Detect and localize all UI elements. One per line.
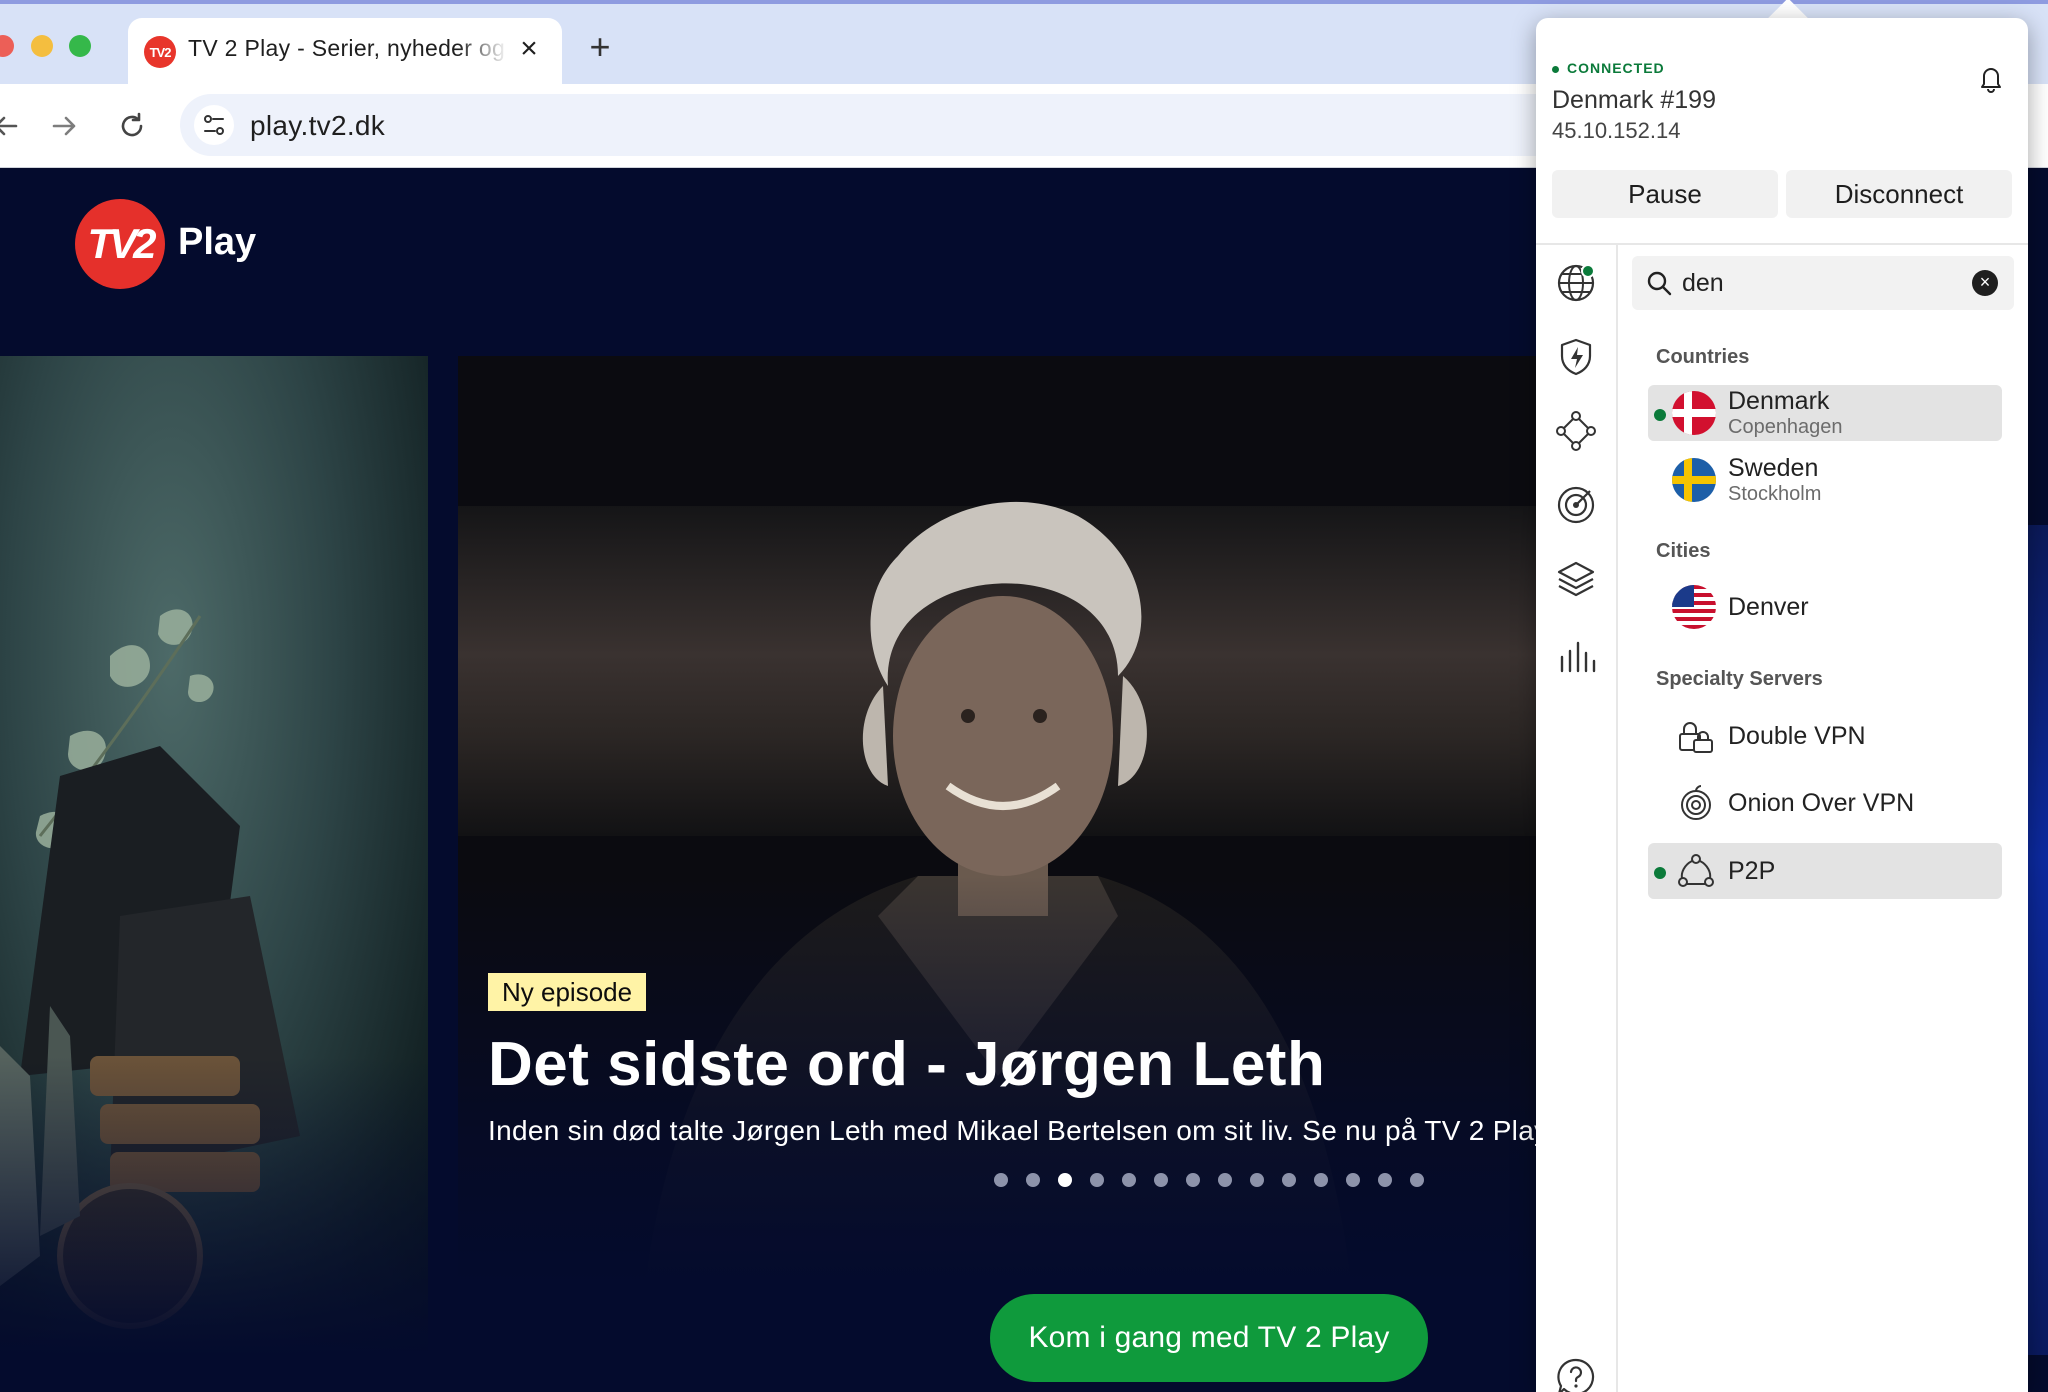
tab-close-icon[interactable]: × (512, 32, 546, 68)
card-fade (0, 1056, 428, 1356)
vpn-side-rail (1536, 245, 1618, 1392)
tv2-favicon-icon: TV2 (144, 36, 176, 68)
next-card-edge[interactable] (2026, 525, 2048, 1355)
notification-bell-icon[interactable] (1976, 62, 2006, 94)
carousel-dot[interactable] (1378, 1173, 1392, 1187)
p2p-icon (1678, 854, 1714, 887)
hero-image[interactable] (458, 356, 1558, 1356)
connection-status: CONNECTED (1552, 60, 1665, 76)
search-input[interactable] (1682, 266, 1962, 300)
carousel-dot[interactable] (1218, 1173, 1232, 1187)
meshnet-icon[interactable] (1554, 409, 1598, 453)
hero-title[interactable]: Det sidste ord - Jørgen Leth (488, 1029, 1325, 1100)
connected-server: Denmark #199 (1552, 86, 1716, 114)
window-maximize-button[interactable] (69, 35, 91, 57)
carousel-dot[interactable] (1314, 1173, 1328, 1187)
carousel-dot[interactable] (1058, 1173, 1072, 1187)
double-vpn-icon (1679, 722, 1713, 753)
carousel-dot[interactable] (1186, 1173, 1200, 1187)
hero-subtitle: Inden sin død talte Jørgen Leth med Mika… (488, 1115, 1555, 1146)
server-name: Double VPN (1728, 722, 1866, 750)
disconnect-button[interactable]: Disconnect (1786, 170, 2012, 218)
layers-icon[interactable] (1554, 557, 1598, 601)
browser-tab-active[interactable]: TV2 TV 2 Play - Serier, nyheder og × (128, 18, 562, 84)
reload-icon[interactable] (112, 106, 152, 146)
server-city: Copenhagen (1728, 416, 1843, 438)
window-close-button[interactable] (0, 35, 14, 57)
search-icon (1647, 271, 1672, 296)
screen: TV2 TV 2 Play - Serier, nyheder og × + p… (0, 0, 2048, 1392)
carousel-dot[interactable] (1090, 1173, 1104, 1187)
usa-flag-icon (1672, 585, 1716, 629)
dark-web-monitor-icon[interactable] (1554, 483, 1598, 527)
clear-search-icon[interactable]: × (1972, 270, 1998, 296)
server-row-onion[interactable]: Onion Over VPN (1648, 775, 2002, 831)
carousel-dot[interactable] (1346, 1173, 1360, 1187)
carousel-previous-card[interactable] (0, 356, 428, 1356)
server-name: Denmark (1728, 387, 1830, 415)
server-name: P2P (1728, 857, 1776, 885)
brand-name: Play (178, 221, 257, 263)
carousel-dots (994, 1173, 1424, 1189)
threat-protection-icon[interactable] (1554, 335, 1598, 379)
server-row-denmark[interactable]: Denmark Copenhagen (1648, 385, 2002, 441)
site-settings-icon[interactable] (194, 105, 234, 145)
new-tab-button[interactable]: + (580, 28, 620, 68)
carousel-dot[interactable] (1282, 1173, 1296, 1187)
ip-address: 45.10.152.14 (1552, 118, 1681, 143)
server-row-double-vpn[interactable]: Double VPN (1648, 708, 2002, 764)
carousel-dot[interactable] (1154, 1173, 1168, 1187)
pause-button[interactable]: Pause (1552, 170, 1778, 218)
carousel-dot[interactable] (1250, 1173, 1264, 1187)
section-countries: Countries (1656, 346, 1750, 368)
connected-dot-icon (1654, 867, 1666, 879)
section-cities: Cities (1656, 540, 1711, 562)
get-started-button[interactable]: Kom i gang med TV 2 Play (990, 1294, 1428, 1382)
globe-icon[interactable] (1554, 261, 1598, 305)
server-name: Denver (1728, 593, 1809, 621)
stats-icon[interactable] (1554, 633, 1598, 677)
window-minimize-button[interactable] (31, 35, 53, 57)
tab-title-fade (458, 32, 508, 68)
new-episode-badge: Ny episode (488, 973, 647, 1011)
url-text: play.tv2.dk (250, 110, 386, 141)
server-city: Stockholm (1728, 483, 1822, 505)
server-name: Sweden (1728, 454, 1819, 482)
server-search[interactable]: × (1632, 256, 2014, 310)
carousel-dot[interactable] (994, 1173, 1008, 1187)
back-arrow-icon[interactable] (0, 106, 26, 146)
server-row-sweden[interactable]: Sweden Stockholm (1648, 452, 2002, 508)
section-specialty: Specialty Servers (1656, 668, 1823, 690)
forward-arrow-icon[interactable] (44, 106, 84, 146)
server-row-denver[interactable]: Denver (1648, 579, 2002, 635)
help-icon[interactable] (1554, 1355, 1598, 1392)
denmark-flag-icon (1672, 391, 1716, 435)
server-name: Onion Over VPN (1728, 789, 1915, 817)
server-row-p2p[interactable]: P2P (1648, 843, 2002, 899)
onion-icon (1681, 785, 1711, 820)
sweden-flag-icon (1672, 458, 1716, 502)
carousel-dot[interactable] (1122, 1173, 1136, 1187)
status-dot-icon (1552, 65, 1559, 73)
connected-dot-icon (1654, 409, 1666, 421)
status-text: CONNECTED (1567, 60, 1665, 76)
carousel-dot[interactable] (1410, 1173, 1424, 1187)
carousel-dot[interactable] (1026, 1173, 1040, 1187)
tv2-logo[interactable]: TV2 (75, 199, 165, 289)
vpn-popup: CONNECTED Denmark #199 45.10.152.14 Paus… (1536, 18, 2028, 1392)
